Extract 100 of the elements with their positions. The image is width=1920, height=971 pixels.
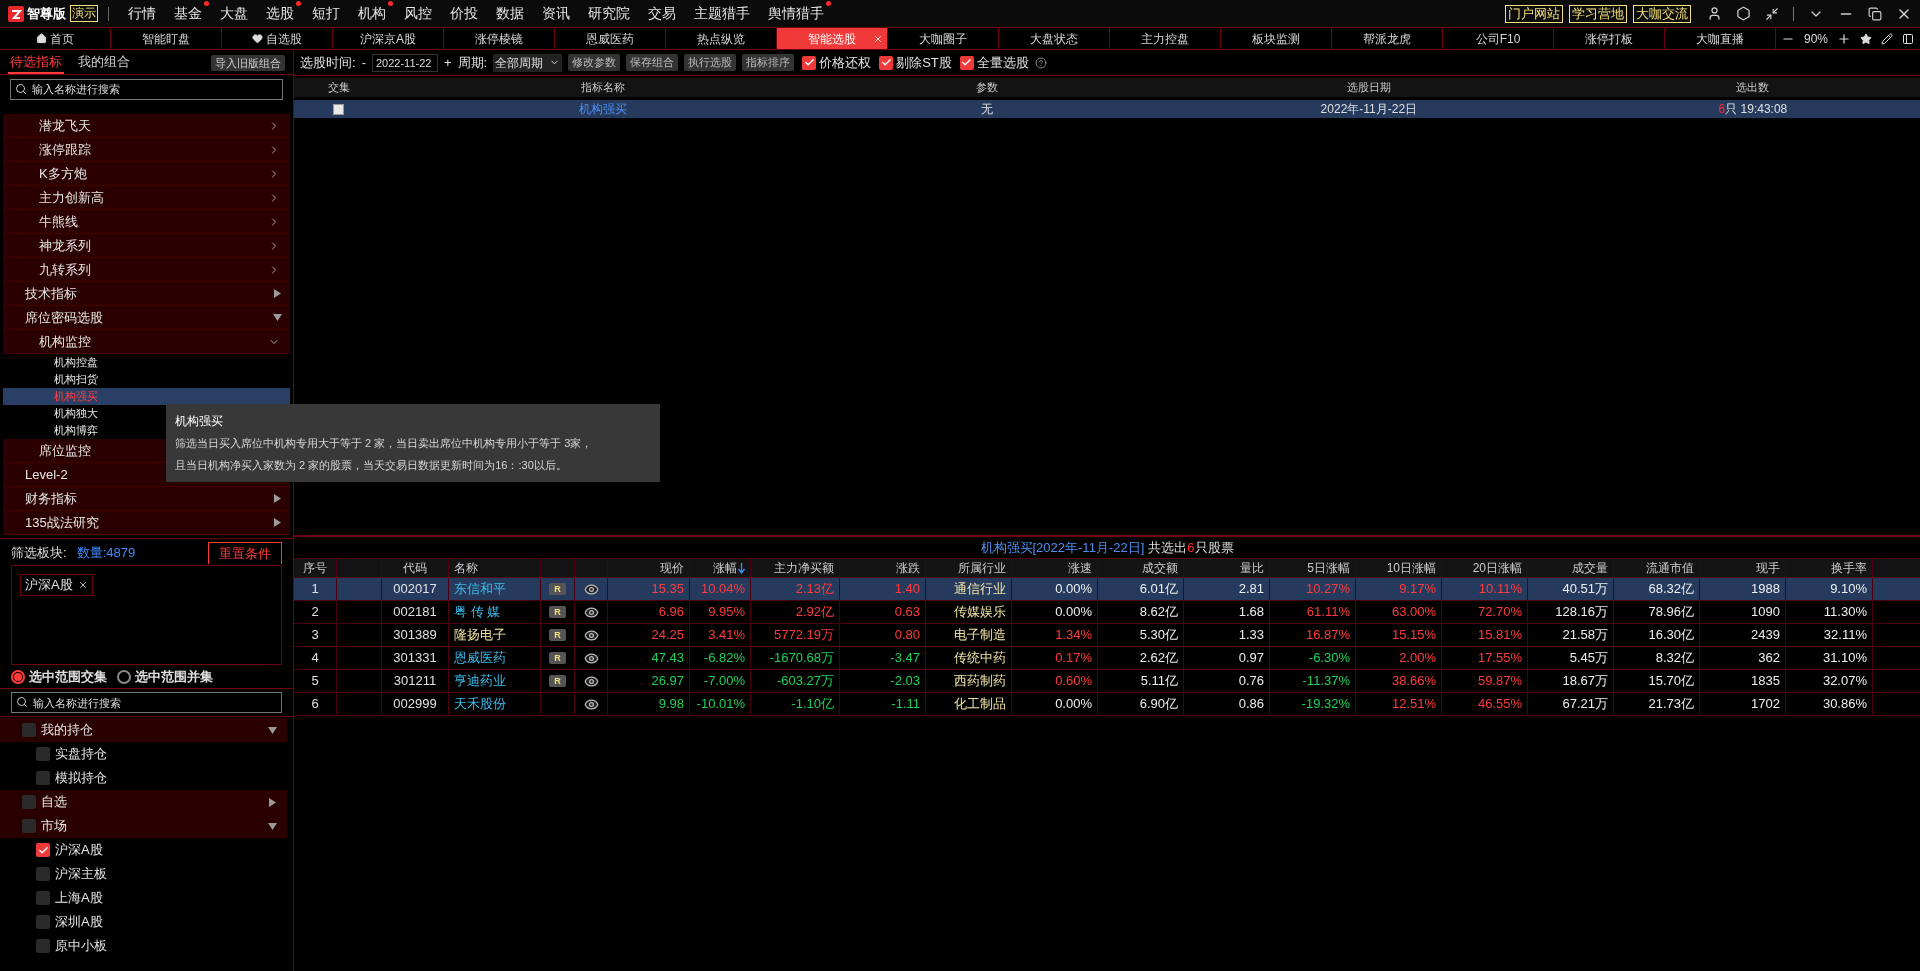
menu-item[interactable]: 数据 <box>487 3 533 24</box>
column-header[interactable]: 涨幅 <box>713 559 745 577</box>
category-row[interactable]: 神龙系列 <box>3 234 290 258</box>
toolbar-button[interactable]: 执行选股 <box>684 54 737 71</box>
toolbar-button[interactable]: 修改参数 <box>568 54 621 71</box>
column-header[interactable]: 主力净买额 <box>774 559 834 577</box>
nav-tab[interactable]: 首页 <box>0 28 111 49</box>
portal-link[interactable]: 大咖交流 <box>1633 4 1691 23</box>
stock-name[interactable]: 亨迪药业 <box>454 671 506 691</box>
stock-name[interactable]: 隆扬电子 <box>454 625 506 645</box>
previous-date-button[interactable]: - <box>361 52 366 73</box>
remove-icon[interactable] <box>77 580 88 590</box>
menu-item[interactable]: 大盘 <box>211 3 257 24</box>
column-header[interactable]: 现价 <box>660 559 684 577</box>
indicator-name[interactable]: 机构强买 <box>383 100 823 118</box>
checkbox[interactable] <box>36 891 50 905</box>
stock-name[interactable]: 东信和平 <box>454 579 506 599</box>
nav-tab[interactable]: 自选股 <box>222 28 333 49</box>
menu-item[interactable]: 舆情猎手 <box>759 3 833 24</box>
eye-icon[interactable] <box>583 673 599 689</box>
checkbox[interactable] <box>22 723 36 737</box>
checkbox[interactable] <box>22 795 36 809</box>
nav-tab[interactable]: 智能盯盘 <box>111 28 222 49</box>
menu-item[interactable]: 机构 <box>349 3 395 24</box>
radio-button[interactable] <box>117 669 131 684</box>
nav-tab[interactable]: 帮派龙虎 <box>1332 28 1443 49</box>
nav-tab[interactable]: 主力控盘 <box>1110 28 1221 49</box>
menu-item[interactable]: 主题猎手 <box>685 3 759 24</box>
nav-tab[interactable]: 大咖直播 <box>1665 28 1776 49</box>
category-row[interactable]: 技术指标 <box>3 282 290 306</box>
column-header[interactable]: 涨跌 <box>896 559 920 577</box>
checkbox[interactable] <box>333 103 345 115</box>
indicator-row[interactable]: 机构强买 无 2022年-11月-22日 6只 19:43:08 <box>294 100 1920 118</box>
stock-row[interactable]: 3 301389 隆扬电子 R 24.25 3.41% 5772.19万 0.80 电子制造 1.34% 5.30亿 1.33 16.87% 15.15% 15.81% 21.58万 16.30亿 2439 32.11% <box>294 624 1920 647</box>
category-row[interactable]: 我的持仓 <box>0 718 287 742</box>
sidebar-tab[interactable]: 待选指标 <box>8 51 64 74</box>
column-header[interactable]: 换手率 <box>1831 559 1867 577</box>
close-tab-icon[interactable] <box>873 33 883 44</box>
checkbox[interactable] <box>802 55 817 70</box>
nav-tab[interactable]: 涨停打板 <box>1554 28 1665 49</box>
reset-button[interactable]: 重置条件 <box>208 542 282 564</box>
search-field[interactable]: 输入名称进行搜索 <box>11 692 282 713</box>
stock-row[interactable]: 6 002999 天禾股份 9.98 -10.01% -1.10亿 -1.11 化工制品 0.00% 6.90亿 0.86 -19.32% 12.51% 46.55% 67.21万 21.73亿 1702 30.86% <box>294 693 1920 716</box>
column-header[interactable]: 成交额 <box>1142 559 1178 577</box>
column-header[interactable]: 涨速 <box>1068 559 1092 577</box>
stock-row[interactable]: 5 301211 亨迪药业 R 26.97 -7.00% -603.27万 -2.03 西药制药 0.60% 5.11亿 0.76 -11.37% 38.66% 59.87% 18.67万 15.70亿 1835 32.07% <box>294 670 1920 693</box>
nav-tab[interactable]: 沪深京A股 <box>333 28 444 49</box>
stock-name[interactable]: 恩威医药 <box>454 648 506 668</box>
toolbar-button[interactable]: 指标排序 <box>742 54 795 71</box>
help-icon[interactable] <box>1034 56 1047 69</box>
nav-tab[interactable]: 板块监测 <box>1221 28 1332 49</box>
checkbox[interactable] <box>36 939 50 953</box>
zoom-in-icon[interactable] <box>1837 31 1851 46</box>
checkbox[interactable] <box>22 819 36 833</box>
menu-item[interactable]: 研究院 <box>579 3 639 24</box>
column-header[interactable]: 现手 <box>1756 559 1780 577</box>
indicator-item[interactable]: 机构控盘 <box>3 354 290 371</box>
checkbox[interactable] <box>36 915 50 929</box>
eye-icon[interactable] <box>583 581 599 597</box>
category-row[interactable]: 自选 <box>0 790 287 814</box>
nav-tab[interactable]: 涨停棱镜 <box>444 28 555 49</box>
search-field[interactable]: 输入名称进行搜索 <box>10 78 283 100</box>
pencil-icon[interactable] <box>1881 32 1893 45</box>
checkbox[interactable] <box>36 843 50 857</box>
menu-item[interactable]: 选股 <box>257 3 303 24</box>
eye-icon[interactable] <box>583 604 599 620</box>
category-row[interactable]: 席位密码选股 <box>3 306 290 330</box>
column-header[interactable]: 20日涨幅 <box>1472 559 1522 577</box>
sidebar-tab[interactable]: 我的组合 <box>76 51 132 74</box>
date-field[interactable]: 2022-11-22 <box>371 53 438 72</box>
nav-tab[interactable]: 公司F10 <box>1443 28 1554 49</box>
checkbox[interactable] <box>36 867 50 881</box>
stock-name[interactable]: 天禾股份 <box>454 694 506 714</box>
restore-icon[interactable] <box>1868 6 1882 21</box>
category-row[interactable]: 财务指标 <box>3 487 290 511</box>
category-row[interactable]: 涨停跟踪 <box>3 138 290 162</box>
stock-row[interactable]: 2 002181 粤 传 媒 R 6.96 9.95% 2.92亿 0.63 传媒娱乐 0.00% 8.62亿 1.68 61.11% 63.00% 72.70% 128.16万 78.96亿 1090 11.30% <box>294 601 1920 624</box>
checkbox[interactable] <box>36 771 50 785</box>
nav-tab[interactable]: 恩威医药 <box>555 28 666 49</box>
stock-name[interactable]: 粤 传 媒 <box>454 602 501 622</box>
user-icon[interactable] <box>1707 6 1722 21</box>
category-row[interactable]: 牛熊线 <box>3 210 290 234</box>
menu-item[interactable]: 价投 <box>441 3 487 24</box>
stock-row[interactable]: 1 002017 东信和平 R 15.35 10.04% 2.13亿 1.40 通信行业 0.00% 6.01亿 2.81 10.27% 9.17% 10.11% 40.51万 68.32亿 1988 9.10% <box>294 578 1920 601</box>
column-header[interactable]: 流通市值 <box>1646 559 1694 577</box>
shrink-icon[interactable] <box>1765 6 1779 21</box>
category-row[interactable]: K多方炮 <box>3 162 290 186</box>
checkbox[interactable] <box>959 55 974 70</box>
import-button[interactable]: 导入旧版组合 <box>211 55 285 71</box>
menu-item[interactable]: 基金 <box>165 3 211 24</box>
nav-tab[interactable]: 大咖圈子 <box>888 28 999 49</box>
column-header[interactable]: 5日涨幅 <box>1307 559 1350 577</box>
category-row[interactable]: 主力创新高 <box>3 186 290 210</box>
indicator-item[interactable]: 机构扫货 <box>3 371 290 388</box>
category-row[interactable]: 135战法研究 <box>3 511 290 535</box>
period-dropdown[interactable]: 全部周期 <box>493 53 563 72</box>
column-header[interactable]: 所属行业 <box>958 559 1006 577</box>
selected-chip[interactable]: 沪深A股 <box>20 574 93 596</box>
toolbar-button[interactable]: 保存组合 <box>626 54 679 71</box>
menu-item[interactable]: 资讯 <box>533 3 579 24</box>
